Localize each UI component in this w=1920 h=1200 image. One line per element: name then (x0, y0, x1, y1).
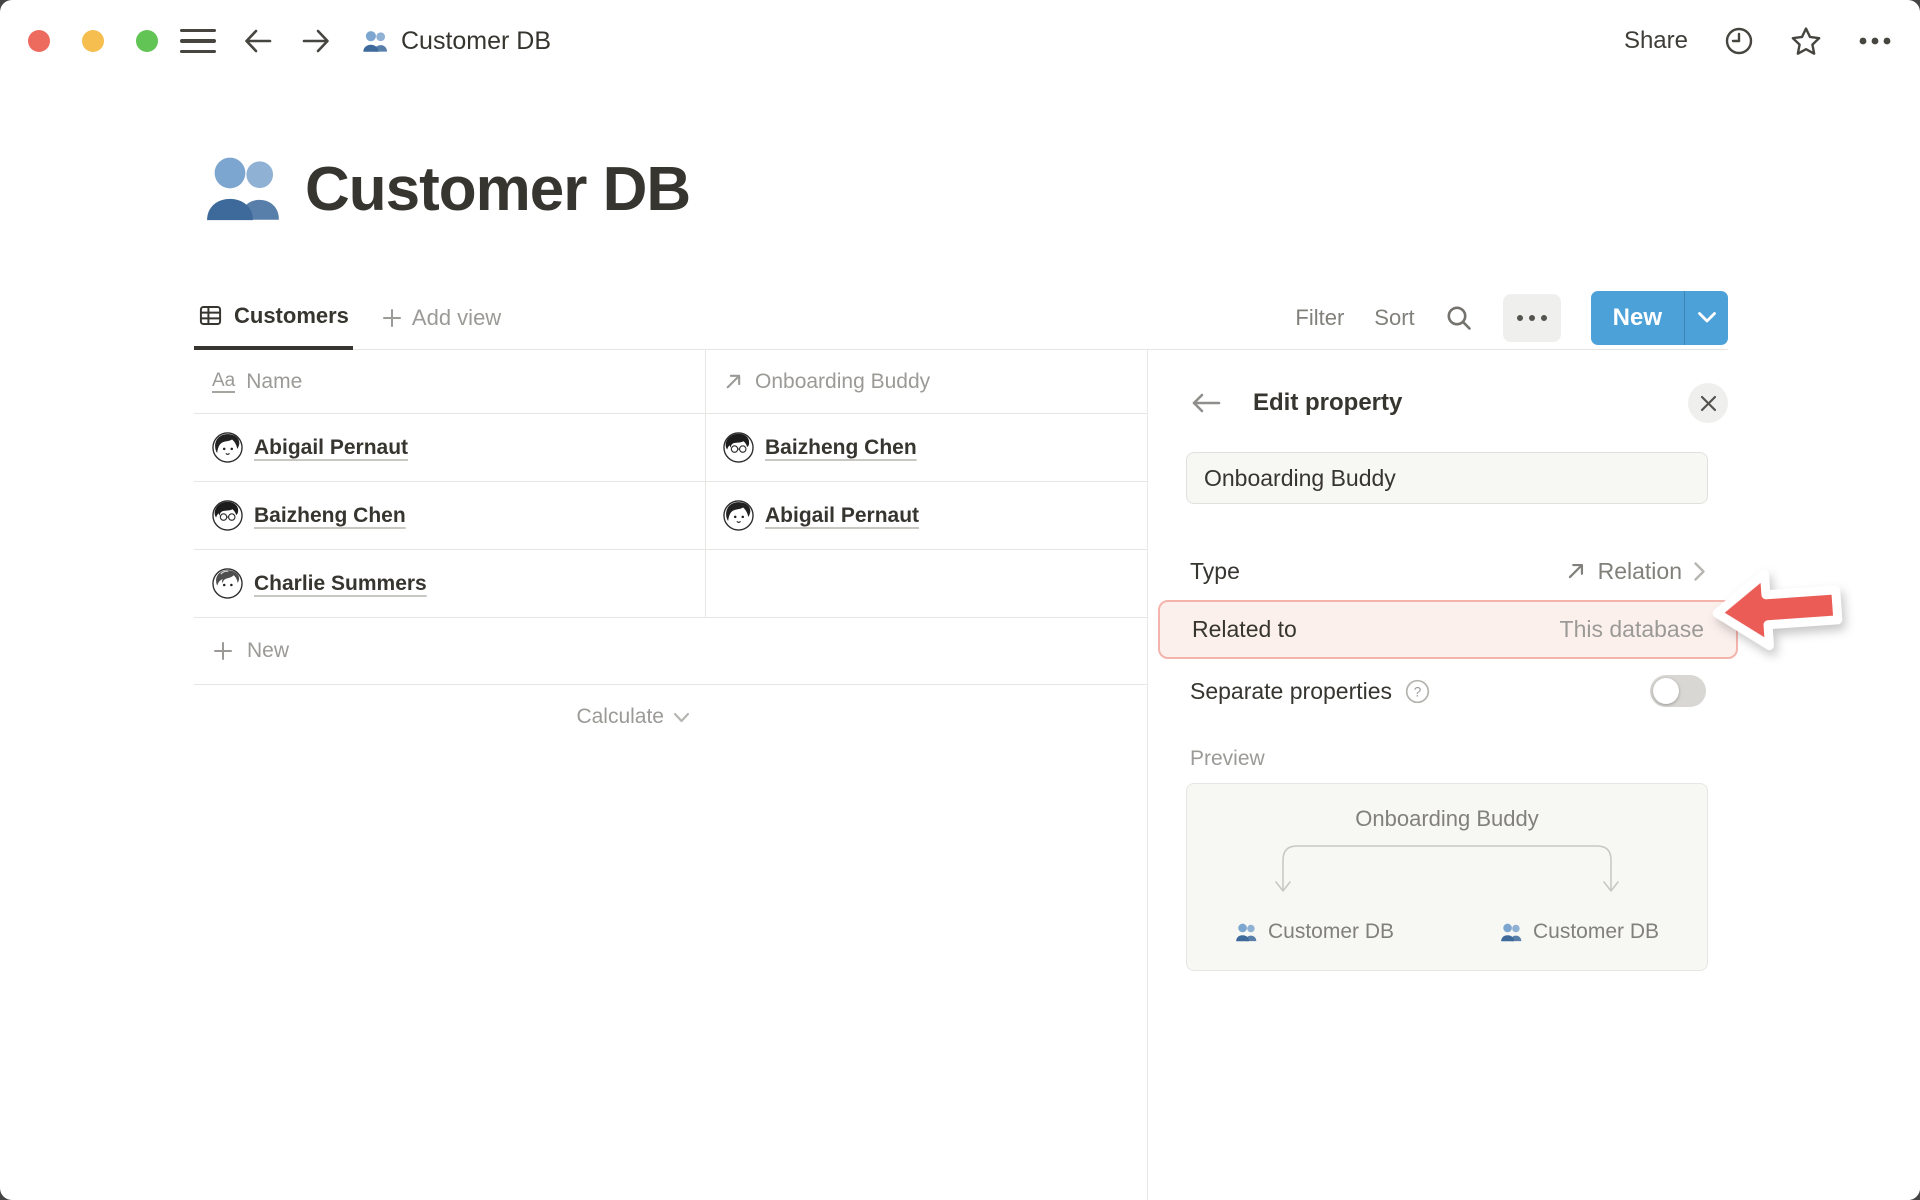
breadcrumb[interactable]: Customer DB (362, 27, 551, 56)
abigail-avatar (212, 432, 243, 463)
panel-close-button[interactable] (1688, 383, 1728, 423)
preview-property-name: Onboarding Buddy (1355, 806, 1539, 831)
related-to-label: Related to (1192, 616, 1297, 642)
baizheng-avatar (212, 500, 243, 531)
plus-icon (382, 308, 401, 327)
plus-icon (214, 642, 232, 660)
breadcrumb-label: Customer DB (401, 26, 552, 55)
calculate-button[interactable]: Calculate (194, 685, 706, 749)
view-options-button[interactable] (1502, 293, 1561, 342)
share-button[interactable]: Share (1624, 27, 1688, 55)
sort-button[interactable]: Sort (1374, 305, 1414, 331)
back-icon[interactable] (242, 27, 274, 55)
table-view-icon (199, 305, 222, 326)
related-to-value: This database (1559, 616, 1704, 642)
text-type-icon: Aa (212, 369, 236, 393)
sidebar-menu-icon[interactable] (180, 28, 216, 54)
cell-onboarding-buddy[interactable]: Abigail Pernaut (706, 482, 1147, 549)
people-icon (1500, 921, 1523, 944)
type-value: Relation (1597, 557, 1682, 584)
new-record-split-button: New (1590, 290, 1728, 345)
svg-text:?: ? (1414, 684, 1422, 699)
type-label: Type (1190, 557, 1240, 584)
relation-preview-box: Onboarding Buddy Customer DB Customer DB (1186, 783, 1708, 971)
separate-properties-toggle[interactable] (1650, 675, 1706, 707)
people-icon (362, 28, 389, 55)
baizheng-avatar (723, 432, 754, 463)
people-icon (1235, 921, 1258, 944)
preview-label: Preview (1190, 747, 1265, 770)
forward-icon[interactable] (300, 27, 332, 55)
new-button-dropdown[interactable] (1684, 290, 1728, 345)
property-type-row[interactable]: Type Relation (1168, 548, 1728, 594)
relation-arrows-diagram (1275, 845, 1619, 892)
tab-customers-view[interactable]: Customers (194, 286, 353, 350)
column-header-onboarding-buddy[interactable]: Onboarding Buddy (706, 350, 1147, 413)
page-icon-people[interactable] (203, 148, 285, 230)
table-header-row: Aa Name Onboarding Buddy (194, 350, 1147, 414)
abigail-avatar (723, 500, 754, 531)
database-toolbar: Customers Add view Filter Sort New (194, 286, 1728, 350)
column-label: Name (246, 369, 303, 393)
close-icon (1700, 395, 1716, 411)
chevron-right-icon (1694, 561, 1705, 581)
page-title[interactable]: Customer DB (305, 154, 691, 225)
new-row-button[interactable]: New (194, 618, 1147, 685)
preview-left-database: Customer DB (1235, 920, 1394, 944)
panel-back-icon[interactable] (1190, 391, 1222, 415)
tab-label: Customers (234, 302, 349, 328)
add-view-button[interactable]: Add view (381, 305, 501, 331)
related-to-row-highlighted[interactable]: Related to This database (1158, 600, 1738, 659)
notion-window: Customer DB Share Customer DB Customers (0, 0, 1920, 1200)
separate-properties-label: Separate properties (1190, 677, 1393, 704)
zoom-window-button[interactable] (136, 30, 158, 52)
cell-name[interactable]: Abigail Pernaut (194, 414, 706, 481)
column-header-name[interactable]: Aa Name (194, 350, 706, 413)
table-row: Baizheng Chen Abigail Pernaut (194, 482, 1147, 550)
traffic-lights (28, 30, 158, 52)
property-name-input[interactable] (1186, 452, 1708, 504)
cell-onboarding-buddy-empty[interactable] (706, 550, 1147, 617)
search-icon[interactable] (1445, 304, 1473, 332)
customers-table: Aa Name Onboarding Buddy Abigail Pernaut… (194, 350, 1147, 749)
close-window-button[interactable] (28, 30, 50, 52)
charlie-avatar (212, 568, 243, 599)
filter-button[interactable]: Filter (1295, 305, 1344, 331)
window-titlebar: Customer DB Share (0, 0, 1920, 82)
add-view-label: Add view (411, 304, 502, 330)
updates-clock-icon[interactable] (1724, 26, 1754, 56)
annotation-arrow-left (1712, 569, 1843, 651)
relation-icon (726, 374, 741, 389)
panel-title: Edit property (1253, 389, 1403, 416)
new-button[interactable]: New (1591, 291, 1684, 345)
chevron-down-icon (673, 712, 690, 722)
column-label: Onboarding Buddy (755, 369, 931, 393)
calculate-label: Calculate (576, 705, 664, 728)
more-options-icon[interactable] (1858, 36, 1892, 46)
cell-name[interactable]: Baizheng Chen (194, 482, 706, 549)
minimize-window-button[interactable] (82, 30, 104, 52)
edit-property-panel: Edit property Type Relation Related to T… (1148, 350, 1920, 1200)
separate-properties-row: Separate properties ? (1168, 667, 1728, 715)
cell-onboarding-buddy[interactable]: Baizheng Chen (706, 414, 1147, 481)
chevron-down-icon (1697, 312, 1716, 323)
favorite-star-icon[interactable] (1790, 26, 1822, 57)
relation-icon (1568, 563, 1583, 579)
preview-right-database: Customer DB (1500, 920, 1659, 944)
cell-name[interactable]: Charlie Summers (194, 550, 706, 617)
table-row: Charlie Summers (194, 550, 1147, 618)
new-row-label: New (247, 639, 290, 662)
help-icon[interactable]: ? (1405, 679, 1430, 704)
table-row: Abigail Pernaut Baizheng Chen (194, 414, 1147, 482)
